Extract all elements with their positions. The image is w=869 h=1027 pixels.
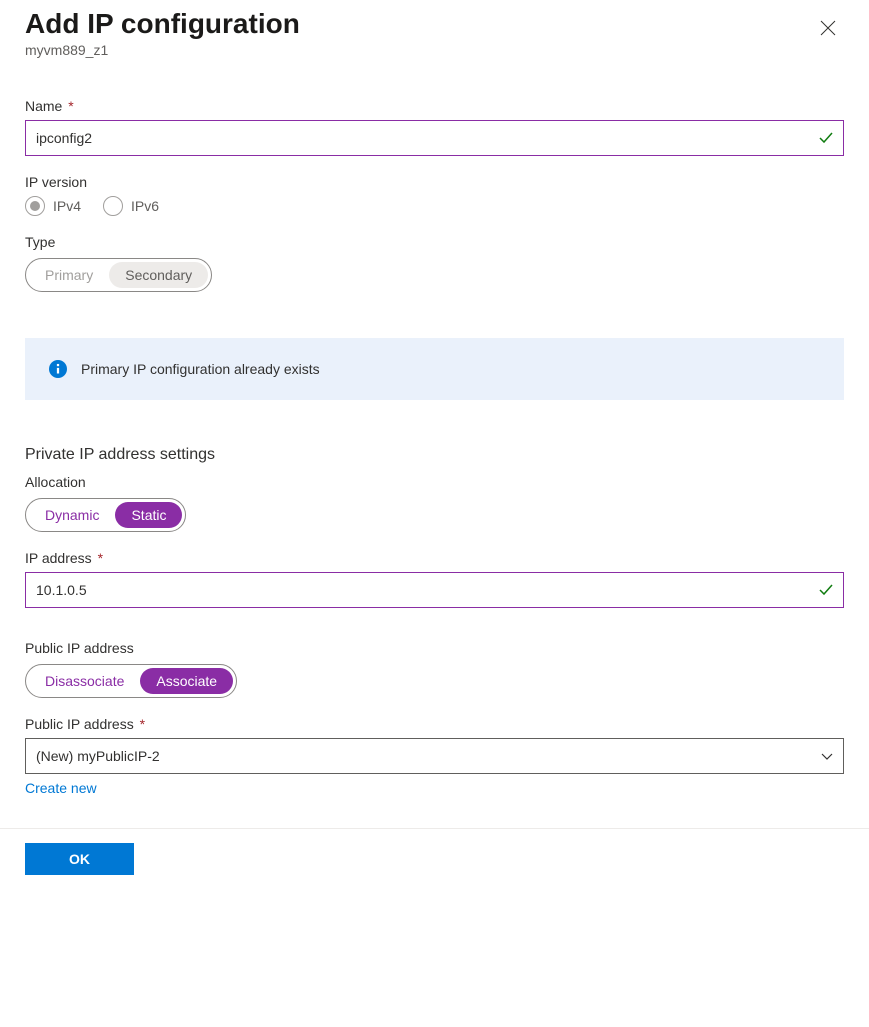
radio-empty-icon xyxy=(103,196,123,216)
allocation-toggle[interactable]: Dynamic Static xyxy=(25,498,186,532)
public-ip-label: Public IP address xyxy=(25,640,844,656)
public-ip-select[interactable]: (New) myPublicIP-2 xyxy=(25,738,844,774)
ipv6-radio: IPv6 xyxy=(103,196,159,216)
type-secondary-option: Secondary xyxy=(109,262,208,288)
name-input[interactable] xyxy=(25,120,844,156)
public-ip-associate-option[interactable]: Associate xyxy=(140,668,233,694)
close-icon xyxy=(820,20,836,36)
type-label: Type xyxy=(25,234,844,250)
type-primary-option: Primary xyxy=(29,262,109,288)
ip-version-label: IP version xyxy=(25,174,844,190)
name-label: Name * xyxy=(25,98,844,114)
page-title: Add IP configuration xyxy=(25,8,300,40)
public-ip-disassociate-option[interactable]: Disassociate xyxy=(29,668,140,694)
create-new-link[interactable]: Create new xyxy=(25,780,97,796)
ip-address-label: IP address * xyxy=(25,550,844,566)
check-icon xyxy=(818,582,834,598)
check-icon xyxy=(818,130,834,146)
chevron-down-icon xyxy=(820,749,834,763)
info-banner: Primary IP configuration already exists xyxy=(25,338,844,400)
ipv6-label: IPv6 xyxy=(131,198,159,214)
ipv4-radio: IPv4 xyxy=(25,196,81,216)
public-ip-select-label: Public IP address * xyxy=(25,716,844,732)
allocation-static-option[interactable]: Static xyxy=(115,502,182,528)
allocation-label: Allocation xyxy=(25,474,844,490)
close-button[interactable] xyxy=(812,12,844,47)
private-ip-section-title: Private IP address settings xyxy=(25,446,844,464)
page-subtitle: myvm889_z1 xyxy=(25,42,300,58)
ipv4-label: IPv4 xyxy=(53,198,81,214)
public-ip-toggle[interactable]: Disassociate Associate xyxy=(25,664,237,698)
ok-button[interactable]: OK xyxy=(25,843,134,875)
type-toggle: Primary Secondary xyxy=(25,258,212,292)
info-icon xyxy=(49,360,67,378)
info-text: Primary IP configuration already exists xyxy=(81,361,320,377)
ip-address-input[interactable] xyxy=(25,572,844,608)
allocation-dynamic-option[interactable]: Dynamic xyxy=(29,502,115,528)
radio-selected-icon xyxy=(25,196,45,216)
